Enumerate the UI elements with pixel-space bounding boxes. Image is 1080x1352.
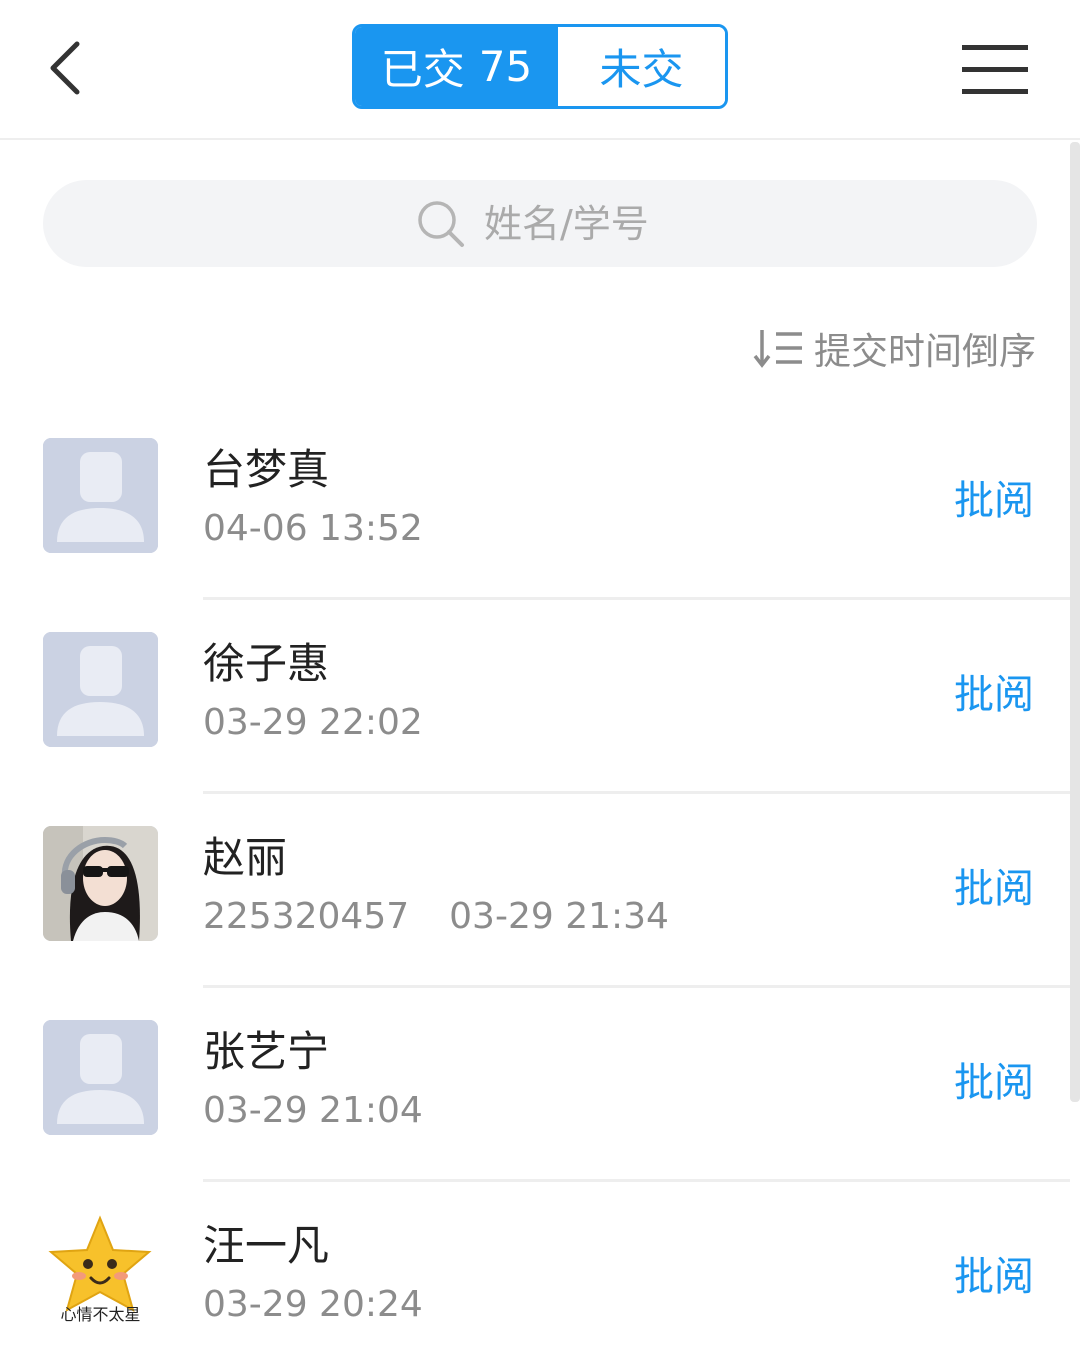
student-id: 225320457 bbox=[203, 896, 410, 937]
review-button[interactable]: 批阅 bbox=[954, 468, 1034, 526]
top-bar: 已交 75 未交 bbox=[0, 0, 1080, 140]
submission-tabs: 已交 75 未交 bbox=[352, 24, 728, 109]
list-item[interactable]: 张艺宁 03-29 21:04 批阅 bbox=[0, 988, 1070, 1182]
submit-time: 04-06 13:52 bbox=[203, 508, 423, 549]
default-avatar-icon bbox=[43, 1020, 158, 1135]
hamburger-menu-icon bbox=[962, 45, 1028, 94]
search-bar[interactable] bbox=[43, 180, 1037, 267]
tab-submitted[interactable]: 已交 75 bbox=[355, 27, 558, 106]
menu-button[interactable] bbox=[950, 30, 1040, 110]
submission-list: 台梦真 04-06 13:52 批阅 徐子惠 03-29 22:02 批阅 赵丽… bbox=[0, 406, 1070, 1352]
search-icon bbox=[418, 200, 464, 247]
back-button[interactable] bbox=[30, 28, 100, 108]
review-button[interactable]: 批阅 bbox=[954, 856, 1034, 914]
student-name: 汪一凡 bbox=[203, 1221, 330, 1270]
review-button[interactable]: 批阅 bbox=[954, 662, 1034, 720]
list-item[interactable]: 赵丽 225320457 03-29 21:34 批阅 bbox=[0, 794, 1070, 988]
submit-time: 03-29 22:02 bbox=[203, 702, 423, 743]
submit-time: 03-29 21:04 bbox=[203, 1090, 423, 1131]
sort-descending-icon bbox=[753, 330, 802, 368]
submit-time: 03-29 21:34 bbox=[449, 896, 669, 937]
avatar-caption: 心情不太星 bbox=[60, 1305, 141, 1324]
list-item[interactable]: 心情不太星 汪一凡 03-29 20:24 批阅 bbox=[0, 1182, 1070, 1352]
sort-label: 提交时间倒序 bbox=[814, 330, 1036, 373]
student-meta: 225320457 03-29 21:34 bbox=[203, 896, 669, 937]
default-avatar-icon bbox=[43, 438, 158, 553]
photo-avatar bbox=[43, 826, 158, 941]
star-sticker-avatar: 心情不太星 bbox=[43, 1214, 158, 1329]
review-button[interactable]: 批阅 bbox=[954, 1244, 1034, 1302]
chevron-left-icon bbox=[50, 41, 80, 95]
tab-unsubmitted[interactable]: 未交 bbox=[558, 27, 725, 106]
list-item[interactable]: 台梦真 04-06 13:52 批阅 bbox=[0, 406, 1070, 600]
submit-time: 03-29 20:24 bbox=[203, 1284, 423, 1325]
list-item[interactable]: 徐子惠 03-29 22:02 批阅 bbox=[0, 600, 1070, 794]
default-avatar-icon bbox=[43, 632, 158, 747]
sort-toggle[interactable]: 提交时间倒序 bbox=[752, 318, 1036, 378]
student-name: 徐子惠 bbox=[203, 639, 330, 688]
student-name: 台梦真 bbox=[203, 445, 330, 494]
tab-submitted-label: 已交 bbox=[380, 45, 465, 94]
tab-unsubmitted-label: 未交 bbox=[599, 45, 684, 94]
student-name: 张艺宁 bbox=[203, 1027, 330, 1076]
scrollbar[interactable] bbox=[1070, 142, 1080, 1102]
review-button[interactable]: 批阅 bbox=[954, 1050, 1034, 1108]
search-input[interactable] bbox=[484, 201, 664, 246]
student-name: 赵丽 bbox=[203, 833, 288, 882]
tab-submitted-count: 75 bbox=[478, 42, 533, 91]
